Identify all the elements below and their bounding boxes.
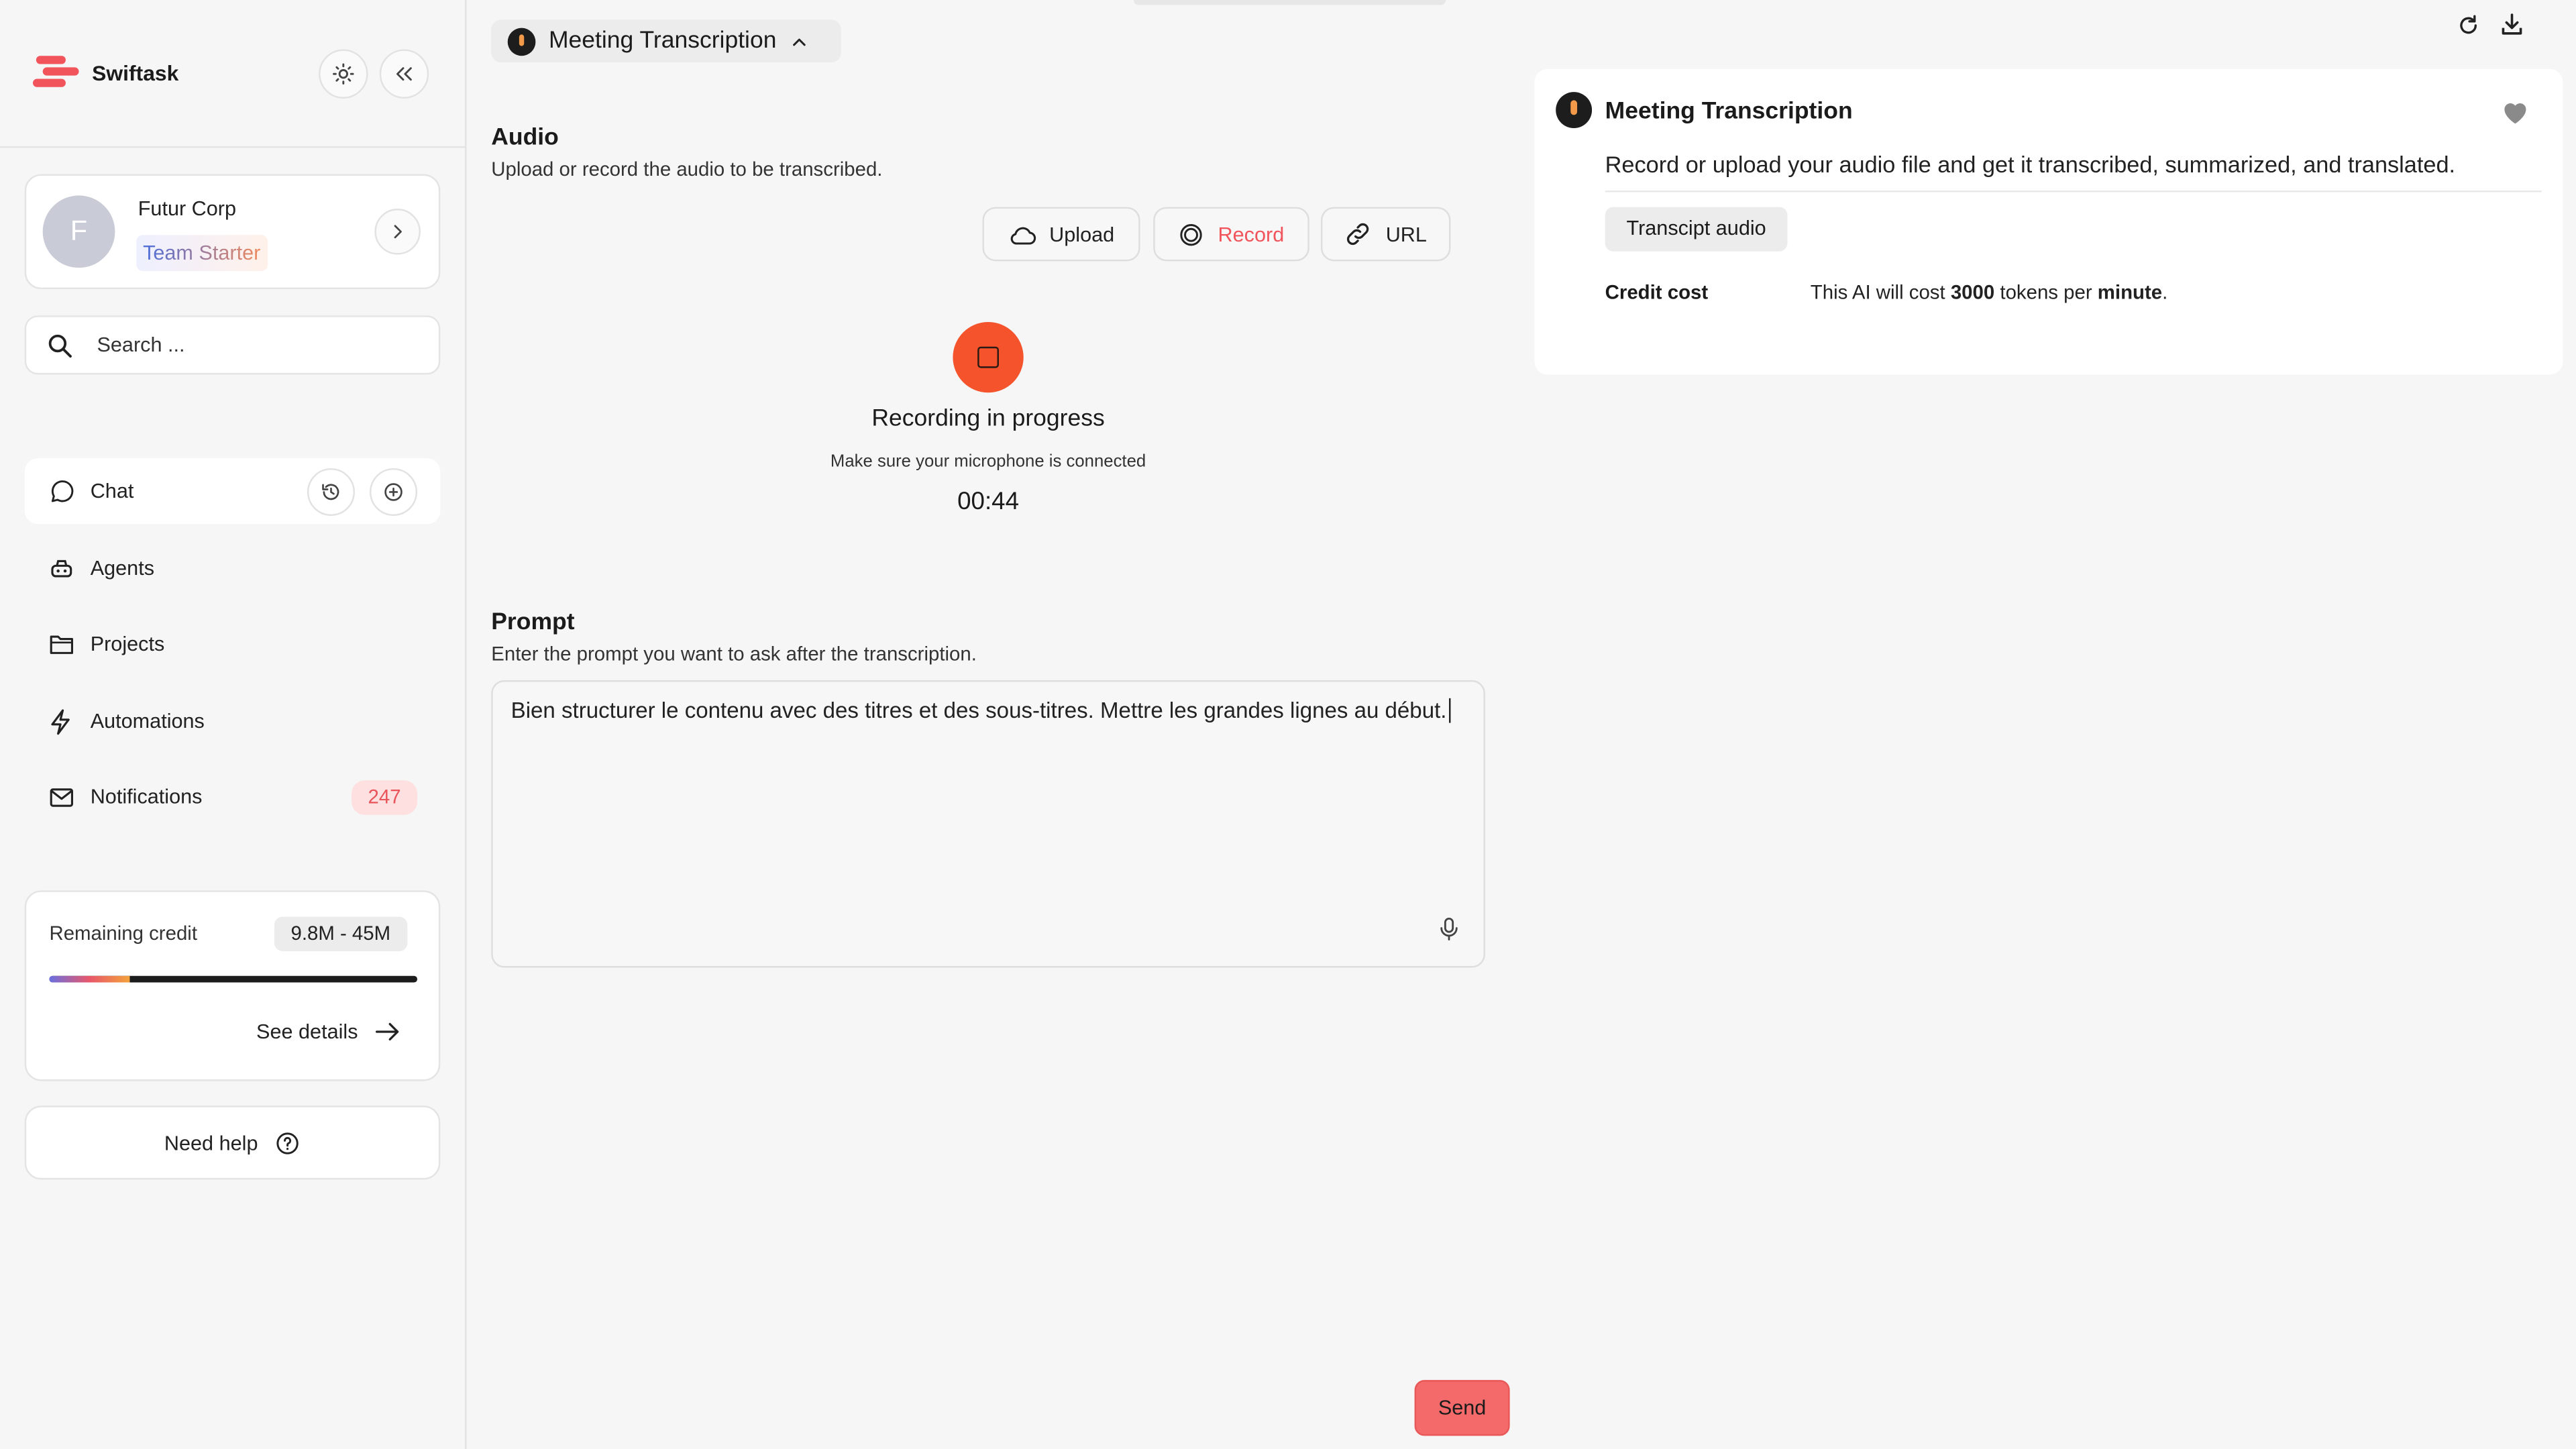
search-icon (48, 333, 72, 357)
new-chat-button[interactable] (370, 468, 418, 516)
model-tag: Transcipt audio (1605, 207, 1788, 252)
download-icon (2502, 13, 2522, 35)
sidebar-item-label: Automations (90, 709, 205, 733)
avatar: F (42, 195, 115, 268)
prompt-section-title: Prompt (491, 609, 575, 636)
sun-icon (333, 63, 354, 85)
chat-bubble-icon (48, 477, 76, 505)
brand-logo[interactable]: Swiftask (32, 49, 179, 95)
model-info-title: Meeting Transcription (1605, 98, 1853, 125)
search-placeholder: Search ... (97, 333, 185, 357)
stop-recording-button[interactable] (953, 322, 1024, 393)
download-button[interactable] (2497, 10, 2526, 40)
upload-button[interactable]: Upload (982, 207, 1140, 262)
sidebar-item-label: Projects (90, 632, 165, 656)
credit-cost-text: This AI will cost 3000 tokens per minute… (1811, 281, 2168, 304)
cloud-icon (1010, 226, 1036, 244)
model-avatar-icon (507, 27, 536, 56)
chat-history-button[interactable] (307, 468, 355, 516)
prompt-text: Bien structurer le contenu avec des titr… (511, 698, 1447, 723)
history-icon (322, 484, 339, 500)
heart-icon (2504, 103, 2526, 124)
stop-icon (977, 346, 999, 368)
organization-card[interactable]: F Futur Corp Team Starter (24, 174, 441, 290)
audio-section-subtitle: Upload or record the audio to be transcr… (491, 158, 883, 181)
see-details-link[interactable]: See details (256, 1020, 400, 1043)
swiftask-logo-icon (32, 52, 79, 92)
see-details-label: See details (256, 1020, 358, 1044)
model-selector-dropdown[interactable]: Meeting Transcription (491, 19, 841, 63)
top-edge-shadow (1133, 0, 1446, 5)
cost-suffix: . (2162, 280, 2168, 305)
sidebar-item-label: Notifications (90, 785, 203, 808)
sidebar-item-agents[interactable]: Agents (25, 535, 441, 601)
remaining-credit-card: Remaining credit 9.8M - 45M See details (24, 890, 441, 1081)
plan-name: Team Starter (143, 241, 261, 265)
double-chevron-left-icon (396, 67, 412, 81)
chevron-right-icon (394, 225, 402, 239)
record-button[interactable]: Record (1153, 207, 1309, 262)
agents-icon (48, 555, 76, 583)
credit-label: Remaining credit (49, 921, 197, 945)
credit-progress-bar (49, 975, 418, 983)
model-info-description: Record or upload your audio file and get… (1605, 151, 2456, 178)
plan-badge: Team Starter (136, 235, 268, 272)
cost-unit: minute (2097, 280, 2163, 305)
voice-input-button[interactable] (1439, 917, 1458, 950)
sidebar-item-label: Chat (90, 480, 134, 503)
url-button[interactable]: URL (1320, 207, 1451, 262)
chevron-up-icon (792, 38, 805, 46)
send-button[interactable]: Send (1414, 1380, 1510, 1436)
url-label: URL (1385, 222, 1427, 246)
notification-count-badge: 247 (352, 780, 418, 815)
cost-prefix: This AI will cost (1810, 280, 1951, 305)
model-avatar-icon (1556, 92, 1593, 129)
sidebar-item-chat[interactable]: Chat (24, 458, 441, 525)
organization-open-button[interactable] (374, 209, 421, 255)
text-caret (1448, 698, 1450, 723)
sidebar-item-projects[interactable]: Projects (25, 611, 441, 677)
credit-progress-fill (49, 975, 131, 983)
collapse-sidebar-button[interactable] (379, 49, 429, 99)
refresh-icon (2459, 14, 2476, 34)
plus-circle-icon (384, 483, 402, 501)
sidebar-item-label: Agents (90, 557, 155, 580)
recording-status-title: Recording in progress (871, 405, 1105, 433)
arrow-right-icon (375, 1022, 398, 1041)
theme-toggle-button[interactable] (319, 49, 368, 99)
help-circle-icon (276, 1132, 299, 1154)
model-info-card: Meeting Transcription Record or upload y… (1534, 68, 2563, 375)
need-help-label: Need help (164, 1131, 258, 1155)
credit-cost-label: Credit cost (1605, 280, 1709, 305)
brand-name: Swiftask (92, 60, 179, 85)
recording-status-hint: Make sure your microphone is connected (830, 451, 1146, 472)
sidebar-item-automations[interactable]: Automations (25, 688, 441, 754)
search-input[interactable]: Search ... (24, 315, 441, 375)
recording-timer: 00:44 (957, 488, 1020, 516)
refresh-button[interactable] (2453, 10, 2482, 40)
folder-icon (48, 630, 76, 658)
cost-mid: tokens per (1994, 280, 2098, 305)
microphone-icon (1440, 917, 1458, 941)
sidebar: Swiftask F Futur Corp Team Starter Searc… (0, 0, 467, 1449)
record-icon (1181, 223, 1203, 246)
credit-range: 9.8M - 45M (274, 916, 407, 951)
model-name: Meeting Transcription (548, 28, 777, 54)
sidebar-divider (0, 146, 467, 148)
favorite-button[interactable] (2500, 99, 2530, 133)
prompt-textarea[interactable]: Bien structurer le contenu avec des titr… (491, 680, 1485, 968)
link-icon (1348, 223, 1370, 246)
audio-section-title: Audio (491, 125, 559, 152)
organization-name: Futur Corp (138, 197, 237, 221)
cost-tokens: 3000 (1950, 280, 1995, 305)
record-label: Record (1218, 222, 1285, 246)
automation-icon (48, 707, 76, 735)
need-help-button[interactable]: Need help (24, 1106, 441, 1180)
info-divider (1605, 191, 2542, 193)
prompt-section-subtitle: Enter the prompt you want to ask after t… (491, 642, 977, 665)
mail-icon (48, 783, 76, 811)
upload-label: Upload (1049, 222, 1115, 246)
sidebar-item-notifications[interactable]: Notifications 247 (25, 764, 441, 830)
